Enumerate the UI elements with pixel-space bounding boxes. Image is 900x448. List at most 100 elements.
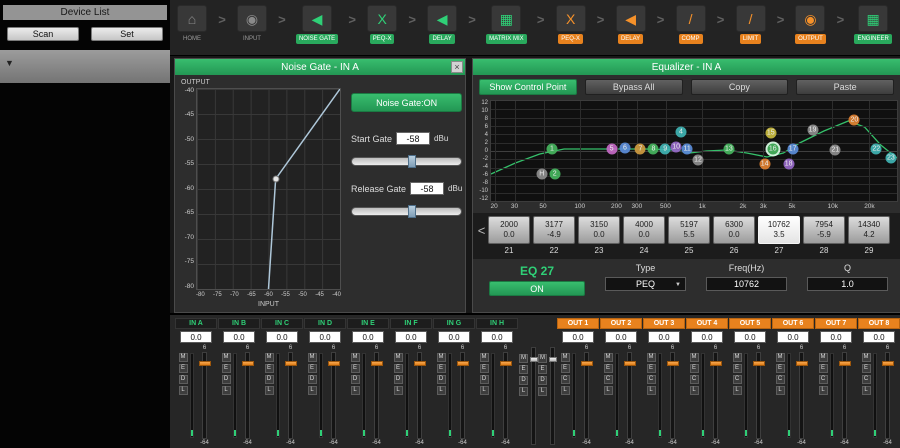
fader-handle[interactable] (753, 361, 765, 366)
channel-button-e[interactable]: E (437, 364, 446, 373)
channel-gain-value[interactable]: 0.0 (648, 331, 680, 343)
channel-button-m[interactable]: M (179, 353, 188, 362)
eq-control-point-6[interactable]: 6 (619, 143, 630, 154)
channel-label[interactable]: OUT 8 (858, 318, 900, 329)
bypass-all-button[interactable]: Bypass All (585, 79, 683, 95)
channel-button-m[interactable]: M (222, 353, 231, 362)
freq-field[interactable]: 10762 (706, 277, 787, 291)
eq-control-point-5[interactable]: 5 (606, 144, 617, 155)
eq-band-button-26[interactable]: 63000.0 (713, 216, 755, 244)
channel-button-l[interactable]: L (265, 386, 274, 395)
fader-handle[interactable] (285, 361, 297, 366)
channel-button-e[interactable]: E (351, 364, 360, 373)
fader-handle[interactable] (839, 361, 851, 366)
toolbar-item-0-home[interactable]: ⌂HOME (176, 5, 208, 44)
eq-band-button-29[interactable]: 143404.2 (848, 216, 890, 244)
fader-handle[interactable] (457, 361, 469, 366)
channel-button-e[interactable]: E (690, 364, 699, 373)
eq-control-point-11[interactable]: 11 (682, 144, 693, 155)
channel-label[interactable]: OUT 4 (686, 318, 728, 329)
fader-handle[interactable] (581, 361, 593, 366)
toolbar-item-9-limit[interactable]: /LIMIT (735, 5, 767, 44)
eq-control-point-9[interactable]: 9 (660, 144, 671, 155)
q-field[interactable]: 1.0 (807, 277, 888, 291)
toolbar-item-2-noise-gate[interactable]: ◀NOISE GATE (296, 5, 338, 44)
channel-button-l[interactable]: L (690, 386, 699, 395)
fader-track[interactable] (713, 352, 718, 439)
channel-label[interactable]: IN C (261, 318, 303, 329)
fader-track[interactable] (417, 352, 422, 439)
channel-button-m[interactable]: M (437, 353, 446, 362)
channel-button-d[interactable]: D (179, 375, 188, 384)
fader-handle[interactable] (242, 361, 254, 366)
fader-handle[interactable] (371, 361, 383, 366)
eq-control-point-4[interactable]: 4 (676, 127, 687, 138)
channel-button-l[interactable]: L (437, 386, 446, 395)
channel-button-c[interactable]: C (819, 375, 828, 384)
channel-button-m[interactable]: M (604, 353, 613, 362)
release-gate-value[interactable]: -58 (410, 182, 444, 195)
channel-button-c[interactable]: C (776, 375, 785, 384)
eq-on-button[interactable]: ON (489, 281, 585, 296)
eq-control-point-15[interactable]: 15 (765, 128, 776, 139)
toolbar-item-10-output[interactable]: ◉OUTPUT (794, 5, 826, 44)
channel-button-l[interactable]: L (647, 386, 656, 395)
fader-track[interactable] (756, 352, 761, 439)
fader-handle[interactable] (796, 361, 808, 366)
channel-label[interactable]: IN D (304, 318, 346, 329)
fader-handle[interactable] (530, 357, 538, 362)
channel-button-e[interactable]: E (604, 364, 613, 373)
channel-button-d[interactable]: D (480, 375, 489, 384)
channel-button-m[interactable]: M (819, 353, 828, 362)
channel-button-d[interactable]: D (519, 376, 528, 385)
channel-gain-value[interactable]: 0.0 (562, 331, 594, 343)
channel-button-e[interactable]: E (538, 365, 547, 374)
channel-button-l[interactable]: L (179, 386, 188, 395)
eq-control-point-13[interactable]: 13 (723, 144, 734, 155)
channel-gain-value[interactable]: 0.0 (820, 331, 852, 343)
channel-button-l[interactable]: L (308, 386, 317, 395)
channel-gain-value[interactable]: 0.0 (438, 331, 470, 343)
channel-button-e[interactable]: E (561, 364, 570, 373)
release-gate-slider-handle[interactable] (408, 205, 416, 218)
eq-band-button-28[interactable]: 7954-5.9 (803, 216, 845, 244)
channel-button-e[interactable]: E (519, 365, 528, 374)
fader-handle[interactable] (199, 361, 211, 366)
channel-button-e[interactable]: E (222, 364, 231, 373)
eq-control-point-18[interactable]: 18 (783, 159, 794, 170)
copy-button[interactable]: Copy (691, 79, 789, 95)
fader-track[interactable] (245, 352, 250, 439)
eq-control-point-14[interactable]: 14 (759, 159, 770, 170)
channel-label[interactable]: IN A (175, 318, 217, 329)
channel-button-m[interactable]: M (480, 353, 489, 362)
fader-handle[interactable] (328, 361, 340, 366)
channel-button-e[interactable]: E (179, 364, 188, 373)
eq-control-point-8[interactable]: 8 (648, 144, 659, 155)
channel-button-l[interactable]: L (351, 386, 360, 395)
channel-button-c[interactable]: C (604, 375, 613, 384)
fader-handle[interactable] (414, 361, 426, 366)
channel-button-c[interactable]: C (561, 375, 570, 384)
channel-button-l[interactable]: L (862, 386, 871, 395)
channel-gain-value[interactable]: 0.0 (395, 331, 427, 343)
channel-button-m[interactable]: M (519, 354, 528, 363)
channel-button-l[interactable]: L (604, 386, 613, 395)
start-gate-value[interactable]: -58 (396, 132, 430, 145)
fader-track[interactable] (503, 352, 508, 439)
fader-handle[interactable] (667, 361, 679, 366)
channel-button-m[interactable]: M (733, 353, 742, 362)
type-select[interactable]: PEQ ▼ (605, 277, 686, 291)
eq-control-point-21[interactable]: 21 (830, 145, 841, 156)
fader-handle[interactable] (624, 361, 636, 366)
channel-button-e[interactable]: E (862, 364, 871, 373)
channel-button-c[interactable]: C (862, 375, 871, 384)
fader-track[interactable] (288, 352, 293, 439)
channel-button-d[interactable]: D (394, 375, 403, 384)
channel-button-m[interactable]: M (776, 353, 785, 362)
eq-band-button-21[interactable]: 20000.0 (488, 216, 530, 244)
channel-button-c[interactable]: C (647, 375, 656, 384)
show-control-point-button[interactable]: Show Control Point (479, 79, 577, 95)
eq-control-point-2[interactable]: 2 (549, 169, 560, 180)
channel-button-d[interactable]: D (222, 375, 231, 384)
fader-handle[interactable] (500, 361, 512, 366)
